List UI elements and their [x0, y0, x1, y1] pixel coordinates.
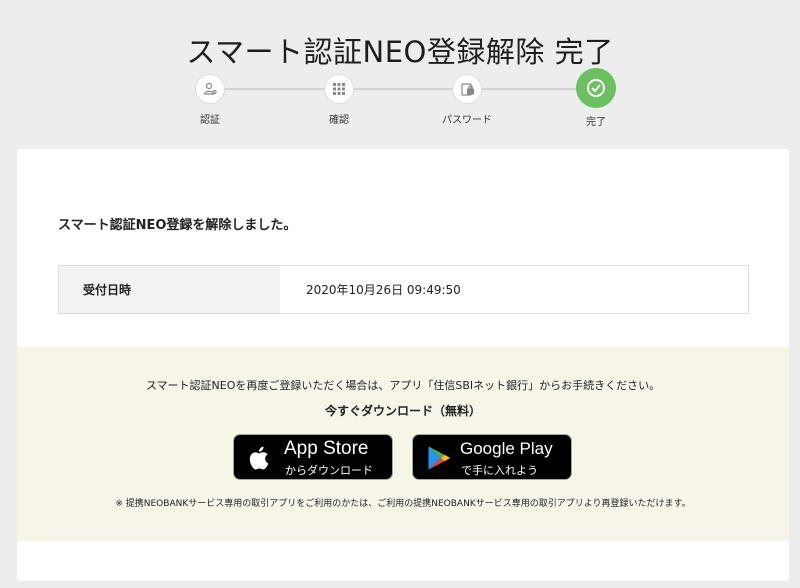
step-label: パスワード: [442, 115, 492, 126]
app-download-section: スマート認証NEOを再度ご登録いただく場合は、アプリ「住信SBIネット銀行」から…: [17, 347, 789, 541]
result-message: スマート認証NEO登録を解除しました。: [58, 218, 297, 233]
step-password: パスワード: [422, 68, 512, 126]
step-label: 確認: [329, 115, 349, 126]
step-auth: 認証: [165, 68, 255, 126]
reception-datetime-value: 2020年10月26日 09:49:50: [306, 283, 461, 297]
stepper-line: [210, 88, 596, 90]
progress-stepper: 認証 確認 パスワード 完了: [0, 68, 800, 128]
google-play-subtitle: で手に入れよう: [461, 464, 538, 477]
person-key-icon: [195, 74, 225, 104]
check-icon: [576, 68, 616, 108]
step-confirm: 確認: [294, 68, 384, 126]
reception-datetime-label: 受付日時: [59, 266, 280, 313]
keypad-icon: [324, 74, 354, 104]
google-play-icon: [428, 446, 450, 470]
google-play-title: Google Play: [460, 439, 553, 458]
step-label: 完了: [586, 117, 606, 128]
download-heading: 今すぐダウンロード（無料）: [324, 404, 481, 418]
app-store-button[interactable]: App Store からダウンロード: [233, 434, 393, 480]
page-title: スマート認証NEO登録解除 完了: [186, 35, 614, 70]
app-store-subtitle: からダウンロード: [285, 464, 373, 477]
reception-table: 受付日時 2020年10月26日 09:49:50: [58, 265, 749, 314]
google-play-button[interactable]: Google Play で手に入れよう: [412, 434, 572, 480]
promo-note: ※ 提携NEOBANKサービス専用の取引アプリをご利用のかたは、ご利用の提携NE…: [115, 499, 691, 509]
promo-text: スマート認証NEOを再度ご登録いただく場合は、アプリ「住信SBIネット銀行」から…: [145, 379, 661, 392]
step-label: 認証: [200, 115, 220, 126]
result-card: スマート認証NEO登録を解除しました。 受付日時 2020年10月26日 09:…: [17, 149, 789, 581]
apple-icon: [249, 446, 269, 470]
password-lock-icon: [452, 74, 482, 104]
step-complete: 完了: [551, 68, 641, 128]
app-store-title: App Store: [284, 438, 369, 459]
